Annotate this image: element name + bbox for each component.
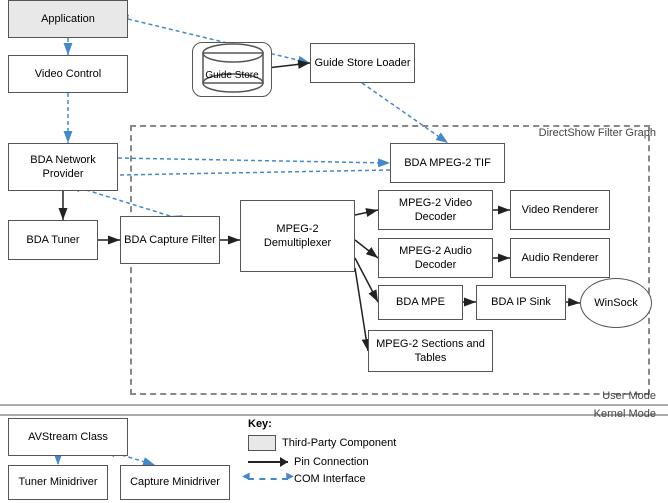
video-control-box: Video Control [8, 55, 128, 93]
guide-store-box: Guide Store [192, 42, 272, 97]
application-box: Application [8, 0, 128, 38]
mpeg2-demux-box: MPEG-2 Demultiplexer [240, 200, 355, 272]
bda-capture-filter-box: BDA Capture Filter [120, 216, 220, 264]
user-mode-label: User Mode [602, 390, 656, 402]
key-box-sample [248, 435, 276, 451]
key-com-label: COM Interface [294, 473, 366, 485]
audio-renderer-box: Audio Renderer [510, 238, 610, 278]
key-com-line [248, 478, 288, 480]
avstream-class-box: AVStream Class [8, 418, 128, 456]
bda-mpeg2-tif-box: BDA MPEG-2 TIF [390, 143, 505, 183]
directshow-label: DirectShow Filter Graph [539, 127, 656, 139]
tuner-minidriver-box: Tuner Minidriver [8, 465, 108, 500]
key-row-com: COM Interface [248, 473, 396, 485]
bda-ip-sink-box: BDA IP Sink [476, 285, 566, 320]
key-pin-line [248, 461, 288, 463]
guide-store-label: Guide Store [205, 69, 258, 82]
key-row-component: Third-Party Component [248, 435, 396, 451]
architecture-diagram: DirectShow Filter Graph Application Vide… [0, 0, 668, 503]
mpeg2-audio-decoder-box: MPEG-2 Audio Decoder [378, 238, 493, 278]
mpeg2-sections-tables-box: MPEG-2 Sections and Tables [368, 330, 493, 372]
key-component-label: Third-Party Component [282, 437, 396, 449]
capture-minidriver-box: Capture Minidriver [120, 465, 230, 500]
mpeg2-video-decoder-box: MPEG-2 Video Decoder [378, 190, 493, 230]
key-pin-label: Pin Connection [294, 456, 369, 468]
bda-network-provider-box: BDA Network Provider [8, 143, 118, 191]
bda-mpe-box: BDA MPE [378, 285, 463, 320]
winsock-box: WinSock [580, 278, 652, 328]
video-renderer-box: Video Renderer [510, 190, 610, 230]
key-title: Key: [248, 418, 396, 430]
bda-tuner-box: BDA Tuner [8, 220, 98, 260]
key-row-pin: Pin Connection [248, 456, 396, 468]
guide-store-loader-box: Guide Store Loader [310, 43, 415, 83]
kernel-mode-label: Kernel Mode [594, 408, 656, 420]
key-area: Key: Third-Party Component Pin Connectio… [248, 418, 396, 490]
